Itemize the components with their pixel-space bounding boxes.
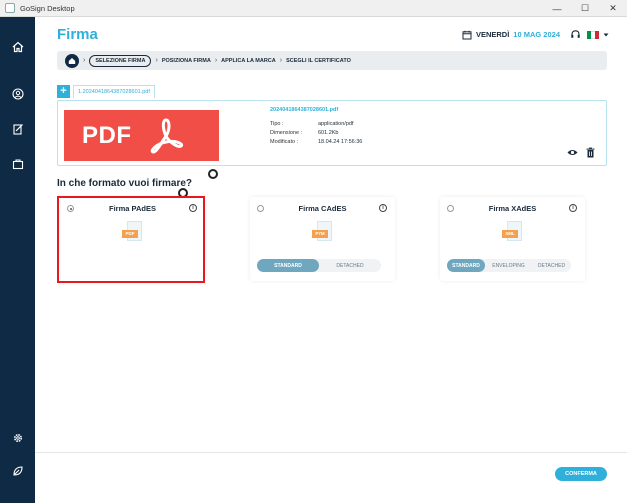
breadcrumb: › SELEZIONE FIRMA › POSIZIONA FIRMA › AP… bbox=[57, 51, 607, 70]
format-badge: XML bbox=[502, 230, 518, 238]
file-meta-modified: Modificato : 18.04.24 17:56:36 bbox=[270, 139, 362, 145]
window-title: GoSign Desktop bbox=[20, 3, 75, 13]
file-actions bbox=[567, 147, 596, 158]
sidebar-item-settings[interactable] bbox=[0, 428, 35, 448]
page-title: Firma bbox=[57, 26, 98, 43]
cursor-ring bbox=[208, 169, 218, 179]
home-icon bbox=[12, 41, 23, 53]
leaf-icon bbox=[12, 466, 23, 476]
file-tab-bar: + 1.20240418643870​28601.pdf bbox=[57, 85, 155, 98]
breadcrumb-separator: › bbox=[214, 57, 218, 64]
briefcase-icon bbox=[12, 159, 23, 170]
meta-key: Dimensione : bbox=[270, 130, 303, 136]
p7m-file-icon: P7M bbox=[312, 221, 332, 245]
xades-option-standard[interactable]: STANDARD bbox=[447, 259, 485, 272]
breadcrumb-home[interactable] bbox=[65, 53, 79, 68]
sidebar-item-home[interactable] bbox=[0, 37, 35, 57]
calendar-icon bbox=[462, 30, 472, 39]
add-file-button[interactable]: + bbox=[57, 85, 70, 98]
acrobat-logo-icon bbox=[150, 118, 183, 153]
file-tab[interactable]: 1.20240418643870​28601.pdf bbox=[73, 85, 155, 98]
cades-mode-toggle: STANDARD DETACHED bbox=[257, 259, 381, 272]
date-day: VENERDÌ bbox=[475, 30, 510, 39]
xades-option-enveloping[interactable]: ENVELOPING bbox=[485, 259, 532, 272]
header-right: VENERDÌ 10 MAG 2024 bbox=[462, 29, 609, 40]
meta-key: Tipo : bbox=[270, 121, 284, 127]
user-circle-icon bbox=[11, 88, 24, 100]
confirm-button[interactable]: CONFERMA bbox=[555, 467, 607, 481]
meta-value: 18.04.24 17:56:36 bbox=[318, 139, 363, 145]
cades-option-detached[interactable]: DETACHED bbox=[319, 259, 381, 272]
file-meta-size: Dimensione : 601.2Kb bbox=[270, 130, 339, 136]
meta-value: 601.2Kb bbox=[318, 130, 339, 136]
format-question: In che formato vuoi firmare? bbox=[57, 178, 193, 189]
breadcrumb-step-applica-marca[interactable]: APPLICA LA MARCA bbox=[221, 58, 276, 64]
format-badge: P7M bbox=[312, 230, 328, 238]
sidebar-item-info[interactable] bbox=[0, 461, 35, 481]
file-name: 20240418643870​28601.pdf bbox=[270, 107, 339, 113]
footer: CONFERMA bbox=[35, 452, 627, 503]
app-icon bbox=[5, 3, 15, 13]
italian-flag-icon[interactable] bbox=[587, 30, 599, 39]
info-icon[interactable]: i bbox=[379, 204, 387, 212]
format-title: Firma XAdES bbox=[488, 204, 537, 213]
pdf-thumbnail: PDF bbox=[64, 110, 219, 161]
window-titlebar: GoSign Desktop — ☐ ✕ bbox=[0, 0, 627, 17]
info-icon[interactable]: i bbox=[569, 204, 577, 212]
minimize-button[interactable]: — bbox=[543, 0, 571, 17]
xades-mode-toggle: STANDARD ENVELOPING DETACHED bbox=[447, 259, 571, 272]
breadcrumb-separator: › bbox=[279, 57, 283, 64]
breadcrumb-separator: › bbox=[83, 57, 86, 64]
sidebar-item-archive[interactable] bbox=[0, 154, 35, 174]
close-button[interactable]: ✕ bbox=[599, 0, 627, 17]
format-title: Firma CAdES bbox=[298, 204, 347, 213]
trash-icon[interactable] bbox=[585, 147, 596, 158]
sidebar-item-sign[interactable] bbox=[0, 119, 35, 139]
xml-file-icon: XML bbox=[502, 221, 522, 245]
breadcrumb-step-scegli-certificato[interactable]: SCEGLI IL CERTIFICATO bbox=[286, 58, 351, 64]
xades-option-detached[interactable]: DETACHED bbox=[532, 259, 571, 272]
sidebar bbox=[0, 17, 35, 503]
home-icon bbox=[68, 57, 76, 64]
file-meta-type: Tipo : application/pdf bbox=[270, 121, 353, 127]
eye-icon[interactable] bbox=[567, 147, 578, 158]
maximize-button[interactable]: ☐ bbox=[571, 0, 599, 17]
gear-icon bbox=[13, 433, 22, 443]
sign-document-icon bbox=[12, 124, 23, 135]
main-content: Firma VENERDÌ 10 MAG 2024 › SELEZIONE FI… bbox=[35, 17, 627, 503]
cades-option-standard[interactable]: STANDARD bbox=[257, 259, 319, 272]
format-card-xades[interactable]: Firma XAdES i XML STANDARD ENVELOPING DE… bbox=[440, 197, 585, 281]
support-headset-icon[interactable] bbox=[570, 29, 581, 40]
chevron-down-icon[interactable] bbox=[603, 32, 609, 38]
breadcrumb-step-selezione-firma[interactable]: SELEZIONE FIRMA bbox=[89, 54, 152, 67]
date-value: 10 MAG 2024 bbox=[513, 30, 560, 39]
sidebar-item-profile[interactable] bbox=[0, 84, 35, 104]
breadcrumb-separator: › bbox=[155, 57, 158, 64]
meta-key: Modificato : bbox=[270, 139, 299, 145]
selection-highlight bbox=[57, 196, 205, 283]
file-card: PDF 20240418643870​28601.pdf Tipo : appli… bbox=[57, 100, 607, 166]
pdf-thumbnail-text: PDF bbox=[82, 121, 132, 149]
format-card-cades[interactable]: Firma CAdES i P7M STANDARD DETACHED bbox=[250, 197, 395, 281]
meta-value: application/pdf bbox=[318, 121, 354, 127]
window-controls: — ☐ ✕ bbox=[543, 0, 627, 17]
breadcrumb-step-posiziona-firma[interactable]: POSIZIONA FIRMA bbox=[162, 58, 211, 64]
